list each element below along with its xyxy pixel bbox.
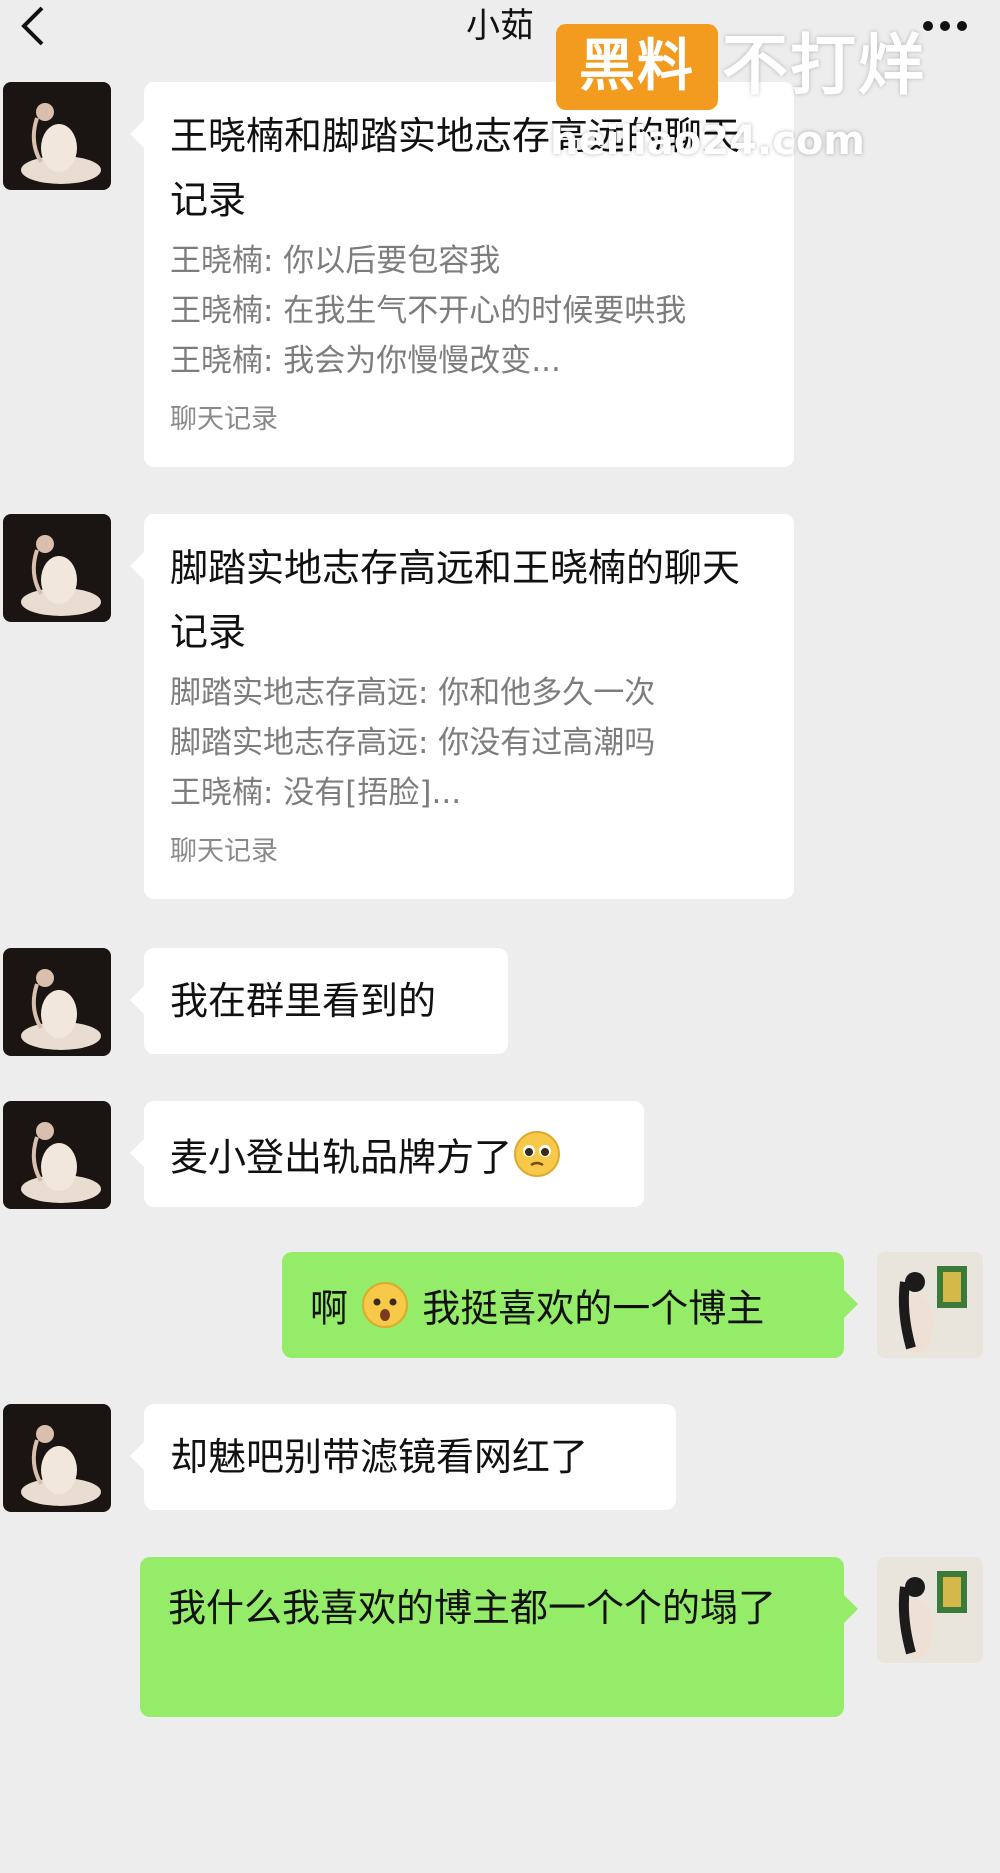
watermark-text: 不打烊 [722, 27, 926, 104]
chat-record-footer: 聊天记录 [170, 404, 278, 435]
worried-face-emoji [360, 1280, 410, 1342]
chat-record-line: 王晓楠: 我会为你慢慢改变... [170, 343, 561, 379]
message-bubble[interactable]: 麦小登出轨品牌方了 [130, 1101, 644, 1207]
message-bubble-outgoing[interactable]: 我什么我喜欢的博主都一个个的塌了 [140, 1557, 858, 1717]
more-button[interactable] [920, 8, 970, 44]
more-dots-icon [923, 21, 967, 31]
message-text: 我在群里看到的 [170, 979, 437, 1023]
chat-record-card[interactable]: 脚踏实地志存高远和王晓楠的聊天记录 脚踏实地志存高远: 你和他多久一次 脚踏实地… [130, 514, 794, 899]
contact-avatar[interactable] [3, 948, 111, 1056]
pleading-face-emoji [512, 1129, 562, 1191]
avatar-image [877, 1557, 983, 1663]
message-bubble-outgoing[interactable]: 啊 我挺喜欢的一个博主 [282, 1252, 858, 1358]
chat-record-line: 王晓楠: 没有[捂脸]... [170, 775, 462, 811]
avatar-image [3, 1101, 111, 1209]
message-text: 却魅吧别带滤镜看网红了 [170, 1435, 589, 1479]
watermark-badge: 黑料 [556, 24, 718, 110]
avatar-image [3, 82, 111, 190]
chat-record-line: 脚踏实地志存高远: 你和他多久一次 [170, 675, 656, 711]
message-bubble[interactable]: 却魅吧别带滤镜看网红了 [130, 1404, 676, 1510]
my-avatar[interactable] [877, 1252, 983, 1358]
contact-avatar[interactable] [3, 1101, 111, 1209]
chat-record-line: 脚踏实地志存高远: 你没有过高潮吗 [170, 725, 656, 761]
avatar-image [3, 1404, 111, 1512]
chat-record-line: 王晓楠: 你以后要包容我 [170, 243, 501, 279]
message-prefix: 啊 [310, 1286, 349, 1331]
message-text: 我挺喜欢的一个博主 [422, 1286, 765, 1331]
message-text: 我什么我喜欢的博主都一个个的塌了 [168, 1586, 777, 1630]
my-avatar[interactable] [877, 1557, 983, 1663]
avatar-image [877, 1252, 983, 1358]
avatar-image [3, 948, 111, 1056]
chat-record-title: 脚踏实地志存高远和王晓楠的聊天记录 [170, 546, 741, 654]
watermark-domain: heiliao24.com [550, 118, 865, 164]
message-text: 麦小登出轨品牌方了 [170, 1135, 513, 1180]
chat-record-line: 王晓楠: 在我生气不开心的时候要哄我 [170, 293, 687, 329]
avatar-image [3, 514, 111, 622]
chat-record-footer: 聊天记录 [170, 836, 278, 867]
contact-avatar[interactable] [3, 82, 111, 190]
contact-avatar[interactable] [3, 514, 111, 622]
contact-avatar[interactable] [3, 1404, 111, 1512]
message-bubble[interactable]: 我在群里看到的 [130, 948, 508, 1054]
